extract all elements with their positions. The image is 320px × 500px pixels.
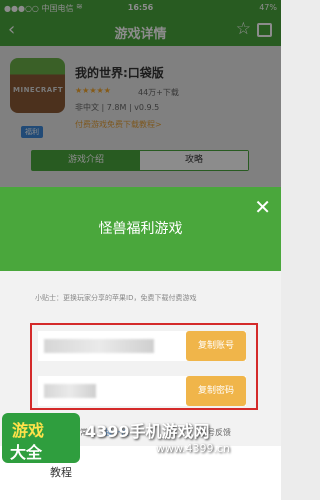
dialog-header: 怪兽福利游戏 ✕: [0, 187, 281, 271]
watermark-badge-line2: 大全: [10, 443, 43, 462]
watermark-text: 4399手机游戏网: [85, 422, 210, 441]
watermark-url: www.4399.cn: [156, 442, 230, 455]
account-row: 复制账号: [38, 331, 246, 361]
watermark-badge-line1: 游戏: [12, 421, 45, 440]
copy-password-button[interactable]: 复制密码: [186, 376, 246, 406]
watermark-badge: 游戏 大全: [2, 413, 80, 463]
copy-account-button[interactable]: 复制账号: [186, 331, 246, 361]
footer-tutorial-tab[interactable]: 教程: [50, 464, 72, 480]
password-row: 复制密码: [38, 376, 246, 406]
close-icon[interactable]: ✕: [254, 197, 271, 217]
password-masked-value: [44, 384, 96, 398]
account-masked-value: [44, 339, 154, 353]
dialog-title: 怪兽福利游戏: [98, 221, 183, 237]
tip-text: 小贴士：更换玩家分享的苹果ID，免费下载付费游戏: [35, 294, 197, 302]
